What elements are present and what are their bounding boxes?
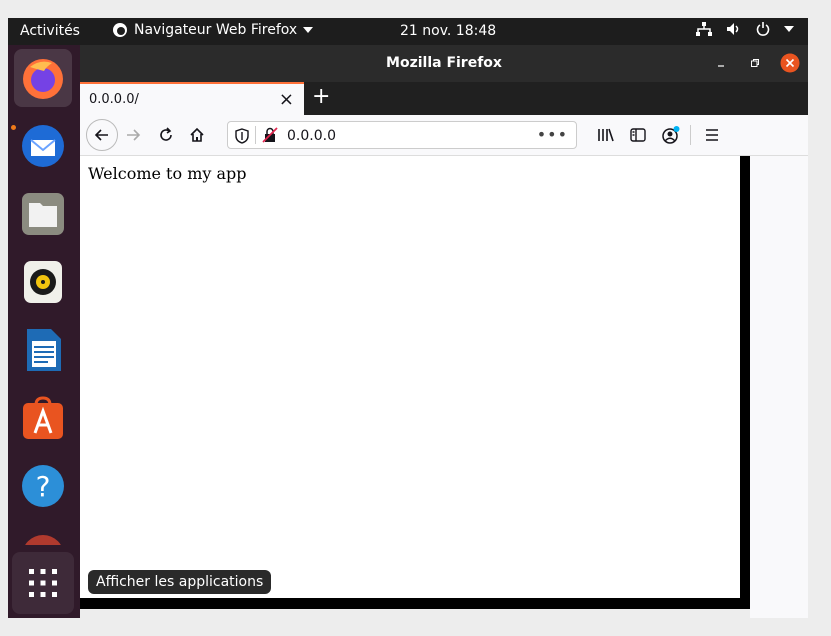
chevron-down-icon [784,26,794,32]
chevron-down-icon [303,27,314,33]
show-applications-tooltip: Afficher les applications [88,570,272,594]
app-menu-label: Navigateur Web Firefox [134,22,298,38]
new-tab-button[interactable]: + [312,84,330,109]
window-shadow [740,85,750,609]
url-bar[interactable]: 0.0.0.0 ••• [227,121,577,149]
sidebar-button[interactable] [624,121,652,149]
svg-text:?: ? [36,470,51,503]
thunderbird-icon [22,125,64,167]
top-panel: Activités Navigateur Web Firefox 21 nov.… [8,18,808,45]
network-icon [696,22,712,36]
help-icon: ? [22,465,64,507]
library-icon [598,128,614,142]
divider [255,126,256,144]
menu-icon [706,129,718,141]
close-icon[interactable] [780,53,800,73]
shield-icon[interactable] [235,128,249,144]
activities-button[interactable]: Activités [20,23,80,39]
dock-item-help[interactable]: ? [14,457,72,515]
page-actions-icon[interactable]: ••• [537,125,568,144]
dock: ? [8,45,80,618]
libreoffice-writer-icon [27,329,61,371]
divider [690,125,691,145]
app-icon [25,535,61,545]
tab-label: 0.0.0.0/ [89,92,139,107]
forward-button[interactable] [119,121,147,149]
home-button[interactable] [183,121,211,149]
files-icon [22,193,64,235]
insecure-lock-icon[interactable] [262,127,278,143]
welcome-text: Welcome to my app [88,164,247,183]
software-center-icon [23,396,63,439]
arrow-right-icon [127,129,141,141]
firefox-icon [23,59,63,99]
dock-item-files[interactable] [14,185,72,243]
window-shadow [80,598,750,609]
reload-button[interactable] [152,121,180,149]
dock-item-software[interactable] [14,389,72,447]
page-content: Welcome to my app [80,156,740,598]
reload-icon [160,127,172,141]
system-tray[interactable] [696,22,794,36]
dock-item-thunderbird[interactable] [14,117,72,175]
tab-active[interactable]: 0.0.0.0/ × [80,82,304,115]
rhythmbox-icon [24,261,62,303]
minimize-icon[interactable] [716,58,726,68]
window-titlebar[interactable]: Mozilla Firefox [80,45,808,82]
dock-item-rhythmbox[interactable] [14,253,72,311]
window-title: Mozilla Firefox [386,55,502,71]
url-text[interactable]: 0.0.0.0 [287,128,336,144]
grid-icon [29,569,57,597]
arrow-left-icon [94,129,108,141]
dock-item-partial[interactable] [14,525,72,545]
account-icon [662,126,680,144]
volume-icon [727,23,739,35]
account-button[interactable] [657,121,685,149]
home-icon [190,127,204,142]
dock-item-firefox[interactable] [14,49,72,107]
menu-button[interactable] [698,121,726,149]
back-button[interactable] [86,119,118,151]
navigation-toolbar: 0.0.0.0 ••• [80,115,808,156]
clock[interactable]: 21 nov. 18:48 [400,23,496,39]
show-applications-button[interactable] [12,552,74,614]
power-icon [756,22,770,36]
tab-close-icon[interactable]: × [279,89,294,110]
background-window [747,115,808,618]
restore-icon[interactable] [750,58,760,68]
app-menu[interactable]: Navigateur Web Firefox [112,22,314,38]
library-button[interactable] [592,121,620,149]
firefox-mini-icon [113,23,127,37]
sidebar-icon [630,128,646,142]
dock-item-writer[interactable] [14,321,72,379]
